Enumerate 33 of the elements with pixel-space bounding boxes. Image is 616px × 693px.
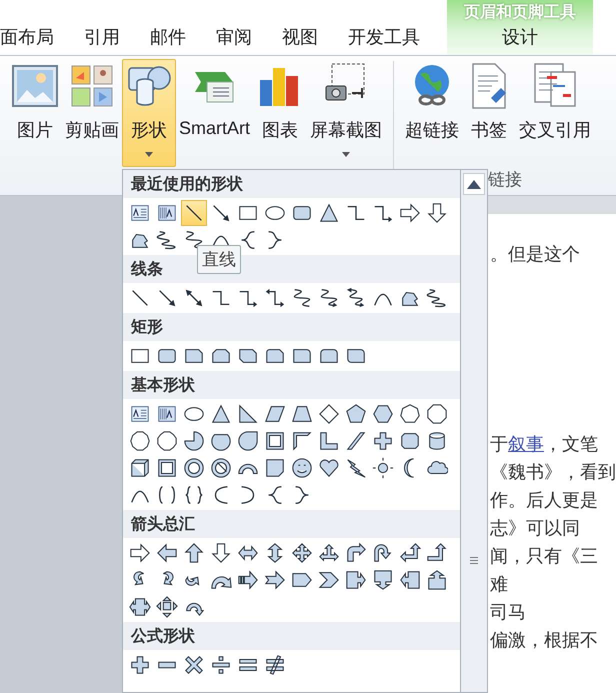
ribbon-button[interactable]: 超链接	[402, 59, 462, 167]
ribbon-tab[interactable]: 邮件	[135, 25, 201, 55]
ribbon-button[interactable]: 交叉引用	[516, 59, 594, 167]
ribbon-tab[interactable]: 审阅	[201, 25, 267, 55]
section-header: 箭头总汇	[122, 510, 460, 538]
tooltip: 直线	[196, 245, 241, 274]
document-text: 司马	[489, 601, 527, 624]
document-text: 偏激，根据不	[489, 629, 599, 652]
document-text: 。但是这个	[489, 243, 581, 266]
ribbon-button[interactable]: 形状	[122, 59, 176, 167]
document-text: 于叙事，文笔	[489, 433, 599, 456]
ribbon-tab[interactable]: 设计	[502, 25, 538, 55]
ribbon-button[interactable]: 图表	[253, 59, 308, 167]
ribbon-tab[interactable]: 面布局	[0, 25, 69, 55]
section-header: 矩形	[122, 313, 460, 341]
section-header: 公式形状	[122, 622, 460, 650]
contextual-tab-title: 页眉和页脚工具	[464, 2, 576, 23]
ribbon-button[interactable]: 书签	[462, 59, 516, 167]
ribbon-button[interactable]: 图片	[8, 59, 62, 167]
ribbon-tab[interactable]: 开发工具	[333, 25, 435, 55]
section-header: 最近使用的形状	[122, 170, 460, 198]
document-text: 闻，只有《三	[489, 545, 599, 568]
document-text: 《魏书》，看到	[489, 461, 616, 484]
ribbon-button[interactable]: 剪贴画	[62, 59, 122, 167]
section-header: 基本形状	[122, 371, 460, 399]
ribbon-button[interactable]: SmartArt	[176, 59, 254, 167]
document-text: 难	[489, 573, 509, 596]
ribbon-button[interactable]: 屏幕截图	[307, 59, 386, 167]
ribbon-tab[interactable]: 视图	[267, 25, 333, 55]
document-text: 作。后人更是	[489, 489, 599, 512]
ribbon-tab[interactable]: 引用	[69, 25, 135, 55]
document-text: 志》可以同	[489, 517, 581, 540]
group-label: 链接	[488, 169, 522, 191]
